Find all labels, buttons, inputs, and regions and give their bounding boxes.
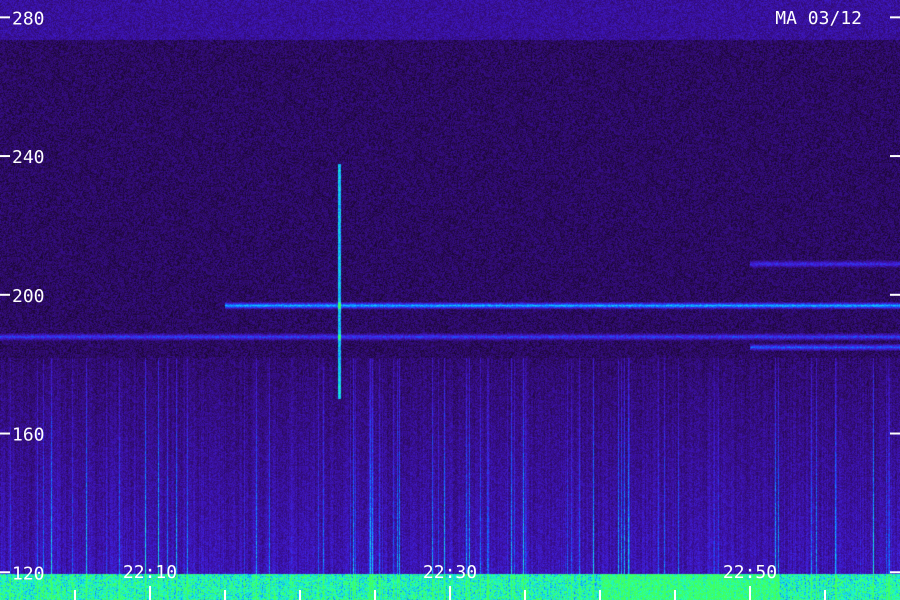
y-tick-label: 280 bbox=[12, 8, 45, 29]
y-tick-label: 120 bbox=[12, 563, 45, 584]
chart-title: MA 03/12 bbox=[775, 8, 862, 29]
y-tick-label: 240 bbox=[12, 147, 45, 168]
axes-overlay: MA 03/12 120 160 200 240 280 22:10 22:30 22:50 bbox=[0, 8, 900, 600]
x-tick-label: 22:50 bbox=[723, 562, 777, 583]
y-tick-label: 200 bbox=[12, 286, 45, 307]
x-tick-label: 22:30 bbox=[423, 562, 477, 583]
x-tick-label: 22:10 bbox=[123, 562, 177, 583]
y-tick-label: 160 bbox=[12, 425, 45, 446]
x-axis: 22:10 22:30 22:50 bbox=[74, 562, 826, 600]
y-axis: 120 160 200 240 280 bbox=[0, 8, 900, 584]
